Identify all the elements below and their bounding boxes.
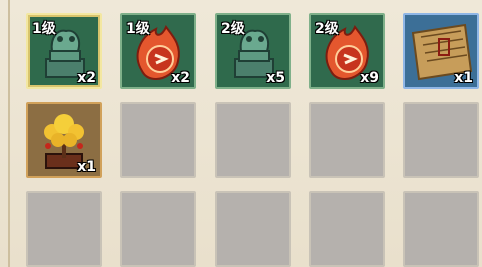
item-count-label: x5: [266, 70, 285, 86]
inventory-slot-5[interactable]: x1: [403, 13, 479, 89]
item-level-label: 2级: [221, 21, 245, 37]
inventory-slot-empty[interactable]: [215, 102, 291, 178]
inventory-slot-4[interactable]: 2级 x9: [309, 13, 385, 89]
inventory-slot-empty[interactable]: [309, 191, 385, 267]
inventory-slot-2[interactable]: 1级 x2: [120, 13, 196, 89]
inventory-slot-empty[interactable]: [403, 102, 479, 178]
item-level-label: 1级: [126, 21, 150, 37]
item-count-label: x1: [454, 70, 473, 86]
item-count-label: x2: [77, 70, 96, 86]
inventory-slot-empty[interactable]: [215, 191, 291, 267]
inventory-slot-empty[interactable]: [120, 191, 196, 267]
inventory-slot-empty[interactable]: [309, 102, 385, 178]
inventory-slot-empty[interactable]: [403, 191, 479, 267]
inventory-slot-3[interactable]: 2级 x5: [215, 13, 291, 89]
inventory-slot-6[interactable]: x1: [26, 102, 102, 178]
inventory-slot-1[interactable]: 1级 x2: [26, 13, 102, 89]
item-count-label: x2: [171, 70, 190, 86]
item-count-label: x9: [360, 70, 379, 86]
inventory-slot-empty[interactable]: [26, 191, 102, 267]
item-level-label: 1级: [32, 21, 56, 37]
panel-divider: [8, 0, 10, 267]
inventory-slot-empty[interactable]: [120, 102, 196, 178]
item-count-label: x1: [77, 159, 96, 175]
item-level-label: 2级: [315, 21, 339, 37]
